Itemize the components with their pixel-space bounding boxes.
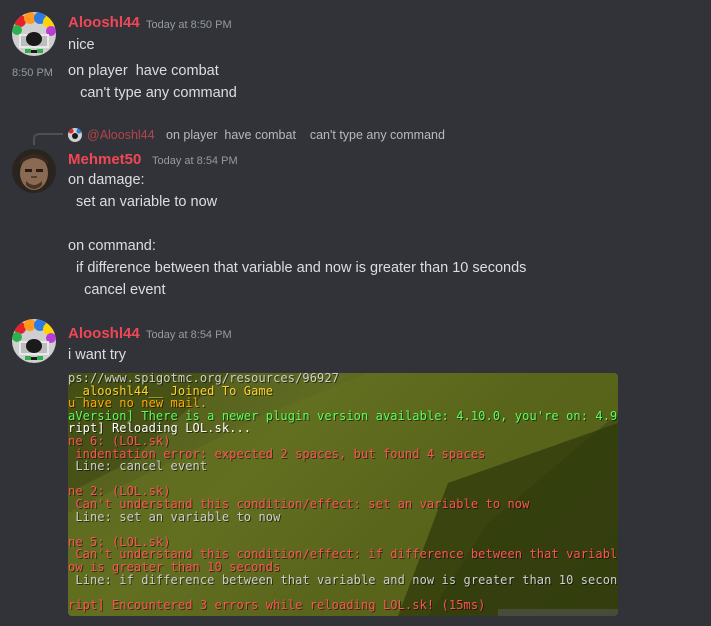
message-username[interactable]: Alooshl44 [68, 14, 140, 31]
user-avatar[interactable] [12, 319, 56, 363]
message-text: i want try [68, 347, 127, 363]
message-text: on command: [68, 238, 156, 254]
user-avatar[interactable] [12, 149, 56, 193]
user-avatar[interactable] [12, 12, 56, 56]
message-text: nice [68, 37, 95, 53]
chat-log-line: Line: cancel event [68, 459, 208, 474]
chat-log-line: Line: set an variable to now [68, 509, 281, 524]
reply-avatar[interactable] [68, 128, 82, 142]
message-username[interactable]: Mehmet50 [68, 151, 141, 168]
message-text: cancel event [68, 282, 166, 298]
message-text: on damage: [68, 172, 145, 188]
hover-timestamp[interactable]: 8:50 PM [12, 67, 53, 79]
avatar-image [12, 319, 56, 363]
message-timestamp[interactable]: Today at 8:54 PM [146, 329, 232, 341]
avatar-image [12, 12, 56, 56]
message-timestamp[interactable]: Today at 8:54 PM [152, 155, 238, 167]
reply-preview-text[interactable]: on player have combat can't type any com… [166, 128, 445, 142]
message-text: if difference between that variable and … [68, 260, 527, 276]
avatar-image [68, 128, 82, 142]
message-text: set an variable to now [68, 194, 218, 210]
image-attachment[interactable]: ps://www.spigotmc.org/resources/96927 _a… [68, 373, 618, 616]
message-text: on player have combat [68, 63, 219, 79]
reply-username[interactable]: @Alooshl44 [87, 128, 155, 142]
message-text: can't type any command [68, 85, 237, 101]
message-username[interactable]: Alooshl44 [68, 325, 140, 342]
chat-log-line: ript] Encountered 3 errors while reloadi… [68, 597, 486, 612]
message-timestamp[interactable]: Today at 8:50 PM [146, 19, 232, 31]
avatar-image [12, 149, 56, 193]
reply-connector [33, 133, 63, 145]
chat-log-line: Line: if difference between that variabl… [68, 572, 618, 587]
